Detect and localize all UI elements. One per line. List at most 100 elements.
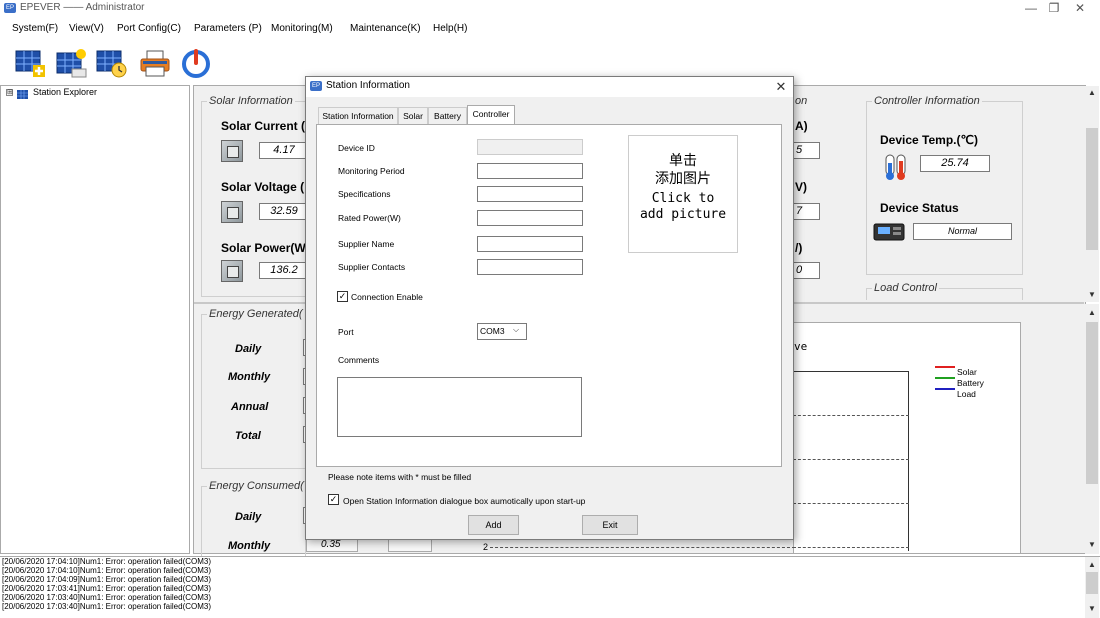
curve-gridline-2 (793, 459, 909, 460)
rated-power-field[interactable] (477, 210, 583, 226)
comments-label: Comments (338, 355, 380, 365)
log-scroll-up-icon[interactable]: ▲ (1085, 558, 1099, 572)
close-button[interactable]: ✕ (1069, 1, 1091, 15)
minimize-button[interactable]: — (1020, 1, 1042, 15)
add-station-icon[interactable] (13, 47, 47, 79)
mid-group-label: on (793, 95, 810, 107)
solar-current-label: Solar Current ( (221, 119, 306, 133)
curve-gridline-3 (793, 503, 909, 504)
add-button[interactable]: Add (468, 515, 519, 535)
comments-textarea[interactable] (337, 377, 582, 437)
device-temp-value: 25.74 (920, 155, 990, 172)
picture-hint-en-1: Click to (651, 191, 715, 206)
energy-generated-group (201, 314, 306, 469)
gen-annual-label: Annual (231, 401, 269, 413)
supplier-contacts-field[interactable] (477, 259, 583, 275)
ammeter-icon (221, 140, 243, 162)
load-control-label: Load Control (872, 282, 939, 294)
connection-enable-checkbox[interactable]: ✓ (337, 291, 348, 302)
log-scroll-down-icon[interactable]: ▼ (1085, 602, 1099, 616)
printer-icon[interactable] (138, 47, 172, 79)
auto-open-label: Open Station Information dialogue box au… (343, 496, 586, 506)
log-line: [20/06/2020 17:03:40]Num1: Error: operat… (2, 593, 212, 602)
port-label: Port (338, 327, 354, 337)
station-explorer-label[interactable]: Station Explorer (33, 87, 97, 97)
curve-bottom-gridline (490, 547, 795, 548)
solar-info-label: Solar Information (207, 95, 295, 107)
menu-monitoring[interactable]: Monitoring(M) (271, 23, 333, 34)
station-explorer-panel (0, 85, 190, 554)
voltmeter-icon (221, 201, 243, 223)
gen-monthly-label: Monthly (228, 371, 271, 383)
legend-solar-swatch (935, 366, 955, 368)
legend-battery-label: Battery (957, 378, 984, 388)
solar-voltage-value: 32.59 (259, 203, 309, 220)
thermometer-icon (884, 153, 908, 181)
menu-maintenance[interactable]: Maintenance(K) (350, 23, 421, 34)
controller-info-group (866, 101, 1023, 275)
menu-system[interactable]: System(F) (12, 23, 58, 34)
tab-solar[interactable]: Solar (398, 107, 428, 124)
lower-scroll-up-icon[interactable]: ▲ (1085, 306, 1099, 320)
mid-row2-value: 7 (793, 203, 820, 220)
curve-plot-area (793, 371, 909, 551)
connection-enable-label: Connection Enable (351, 292, 423, 302)
menu-help[interactable]: Help(H) (433, 23, 467, 34)
log-line: [20/06/2020 17:03:40]Num1: Error: operat… (2, 603, 212, 611)
supplier-name-label: Supplier Name (338, 239, 395, 249)
curve-gridline-4 (793, 547, 909, 548)
device-temp-label: Device Temp.(℃) (880, 133, 978, 147)
menu-port-config[interactable]: Port Config(C) (117, 23, 181, 34)
chevron-down-icon[interactable]: ⌵ (513, 325, 519, 335)
legend-solar-label: Solar (957, 367, 977, 377)
wattmeter-icon (221, 260, 243, 282)
restore-button[interactable]: ❐ (1043, 1, 1065, 15)
supplier-name-field[interactable] (477, 236, 583, 252)
upper-scroll-up-icon[interactable]: ▲ (1085, 86, 1099, 100)
epever-logo-icon: EP (310, 81, 322, 91)
solar-panel-icon[interactable] (54, 47, 88, 79)
menu-parameters[interactable]: Parameters (P) (194, 23, 262, 34)
mid-row3-label: /) (795, 241, 803, 255)
epever-app-window: EP EPEVER —— Administrator — ❐ ✕ System(… (0, 0, 1100, 618)
device-status-value: Normal (913, 223, 1012, 240)
curve-title: ve (794, 340, 808, 353)
log-scroll-thumb[interactable] (1086, 572, 1098, 594)
tree-expand-icon[interactable]: ⊞ (6, 89, 13, 96)
picture-hint-cn-1: 单击 (669, 153, 697, 169)
epever-logo-icon: EP (4, 3, 16, 13)
controller-device-icon (873, 222, 905, 242)
monitoring-period-field[interactable] (477, 163, 583, 179)
window-title: EPEVER —— Administrator (20, 2, 145, 13)
upper-scroll-thumb[interactable] (1086, 128, 1098, 250)
device-id-field (477, 139, 583, 155)
con-daily-label: Daily (235, 511, 262, 523)
clock-panel-icon[interactable] (94, 47, 128, 79)
menu-view[interactable]: View(V) (69, 23, 104, 34)
specifications-field[interactable] (477, 186, 583, 202)
lower-scroll-thumb[interactable] (1086, 322, 1098, 484)
legend-load-label: Load (957, 389, 976, 399)
monitoring-period-label: Monitoring Period (338, 166, 405, 176)
gen-daily-label: Daily (235, 343, 262, 355)
mid-row3-value: 0 (793, 262, 820, 279)
upper-scroll-down-icon[interactable]: ▼ (1085, 288, 1099, 302)
solar-power-label: Solar Power(W (221, 241, 306, 255)
curve-gridline-1 (793, 415, 909, 416)
mid-row1-label: A) (795, 119, 808, 133)
required-note: Please note items with * must be filled (328, 472, 472, 482)
rated-power-label: Rated Power(W) (338, 213, 401, 223)
lower-scroll-down-icon[interactable]: ▼ (1085, 538, 1099, 552)
tab-station-information[interactable]: Station Information (318, 107, 398, 124)
dialog-close-button[interactable]: ✕ (772, 78, 790, 96)
auto-open-checkbox[interactable]: ✓ (328, 494, 339, 505)
curve-axis-tick: 2 (483, 542, 489, 552)
tab-battery[interactable]: Battery (428, 107, 467, 124)
energy-generated-label: Energy Generated( (207, 308, 305, 320)
supplier-contacts-label: Supplier Contacts (338, 262, 406, 272)
exit-button[interactable]: Exit (582, 515, 638, 535)
power-icon[interactable] (179, 47, 213, 79)
tab-controller[interactable]: Controller (467, 105, 515, 125)
gen-total-label: Total (235, 430, 261, 442)
mid-row2-label: V) (795, 180, 807, 194)
